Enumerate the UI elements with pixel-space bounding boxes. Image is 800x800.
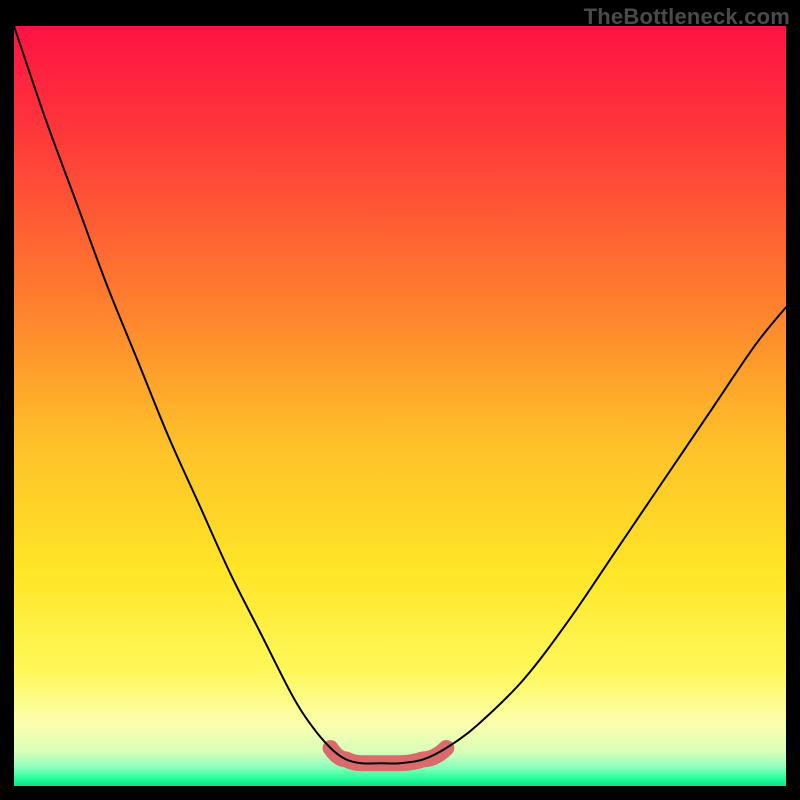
plot-area: [14, 26, 786, 786]
chart-frame: TheBottleneck.com: [0, 0, 800, 800]
gradient-background: [14, 26, 786, 786]
watermark-text: TheBottleneck.com: [584, 4, 790, 30]
bottleneck-chart: [14, 26, 786, 786]
